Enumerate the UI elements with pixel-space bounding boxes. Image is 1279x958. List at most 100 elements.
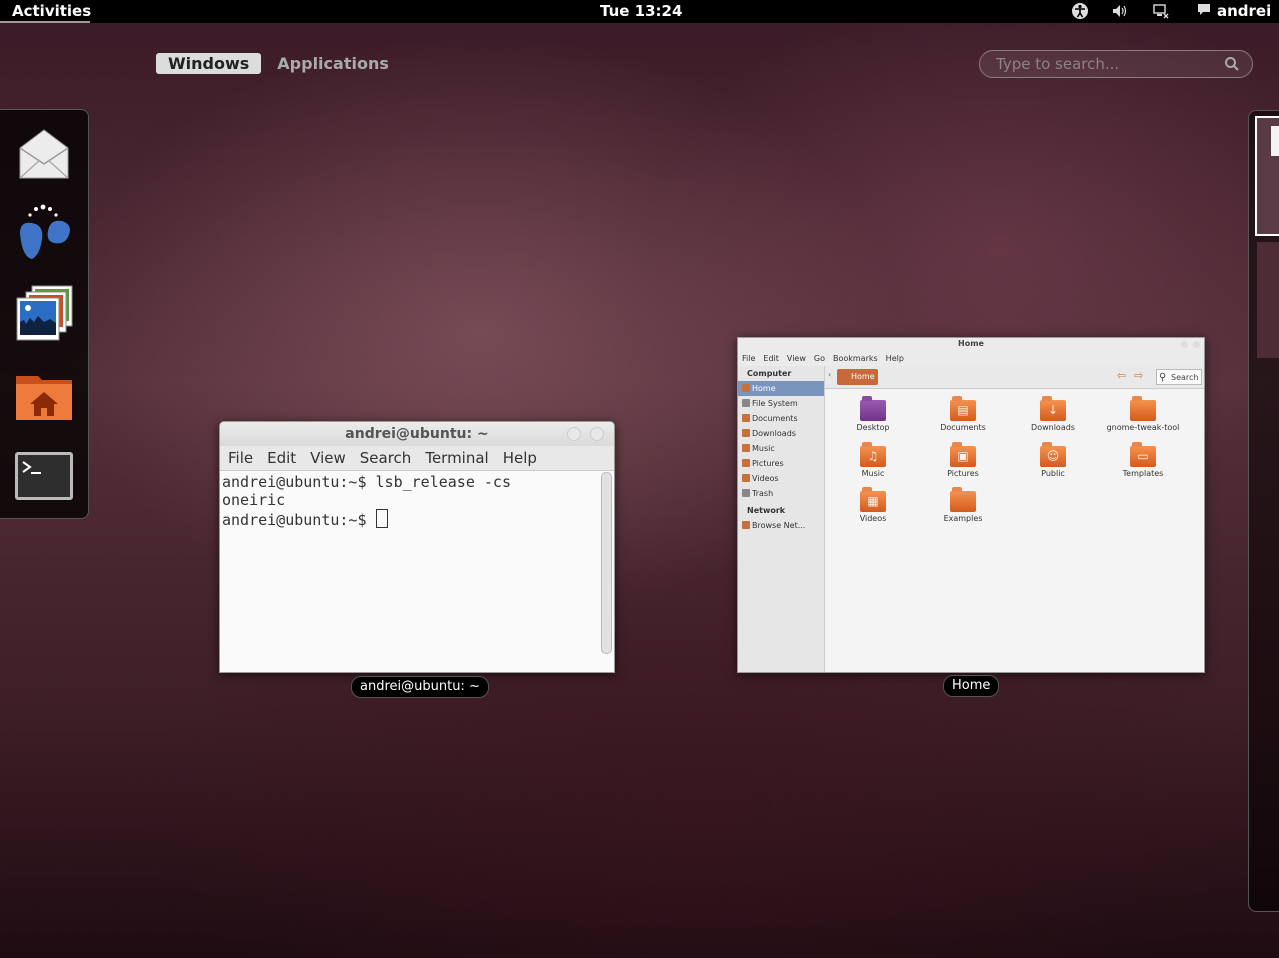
mail-icon[interactable] xyxy=(14,124,74,184)
terminal-line: andrei@ubuntu:~$ xyxy=(222,509,614,529)
sidebar-item-browse-network[interactable]: Browse Net... xyxy=(738,518,824,533)
search-label: Search xyxy=(1171,373,1199,382)
volume-icon[interactable] xyxy=(1111,2,1129,24)
terminal-icon[interactable] xyxy=(14,446,74,506)
folder-icon xyxy=(742,414,750,422)
chat-icon[interactable] xyxy=(1197,2,1211,22)
back-arrow-icon[interactable]: ⇦ xyxy=(1117,369,1126,382)
breadcrumb-home[interactable]: Home xyxy=(837,369,878,385)
workspace-thumbnail-active[interactable] xyxy=(1255,116,1279,236)
home-folder-icon[interactable] xyxy=(14,364,74,424)
menu-edit[interactable]: Edit xyxy=(267,446,296,470)
templates-folder-icon: ▭ xyxy=(1130,442,1156,467)
folder-icon xyxy=(742,429,750,437)
menu-go[interactable]: Go xyxy=(814,352,825,366)
sidebar-header-network: Network xyxy=(747,506,786,515)
close-button[interactable] xyxy=(1193,341,1200,348)
close-button[interactable] xyxy=(590,427,604,441)
sidebar-item-downloads[interactable]: Downloads xyxy=(738,426,824,441)
file-manager-window[interactable]: Home File Edit View Go Bookmarks Help Co… xyxy=(737,337,1205,673)
music-folder-icon: ♫ xyxy=(860,442,886,467)
file-item-examples[interactable]: Examples xyxy=(918,485,1008,523)
workspace-window-preview xyxy=(1271,126,1279,156)
view-tabs: Windows Applications xyxy=(156,53,401,74)
file-manager-search-button[interactable]: ⚲ Search xyxy=(1156,369,1202,385)
pictures-folder-icon: ▣ xyxy=(950,442,976,467)
file-item-downloads[interactable]: ↓ Downloads xyxy=(1008,394,1098,432)
folder-icon xyxy=(950,487,976,512)
file-manager-menubar: File Edit View Go Bookmarks Help xyxy=(738,352,1204,366)
file-item-music[interactable]: ♫ Music xyxy=(828,440,918,478)
network-icon[interactable] xyxy=(1152,2,1170,24)
sidebar-header-computer: Computer xyxy=(747,369,792,378)
tab-applications[interactable]: Applications xyxy=(265,53,401,74)
breadcrumb-left-arrow-icon[interactable]: ‹ xyxy=(828,370,831,379)
terminal-line: andrei@ubuntu:~$ lsb_release -cs xyxy=(222,473,511,491)
sidebar-item-videos[interactable]: Videos xyxy=(738,471,824,486)
menu-view[interactable]: View xyxy=(310,446,346,470)
terminal-output[interactable]: andrei@ubuntu:~$ lsb_release -cs oneiric… xyxy=(220,471,614,529)
file-item-gnome-tweak-tool[interactable]: gnome-tweak-tool xyxy=(1098,394,1188,432)
file-manager-titlebar: Home xyxy=(738,338,1204,352)
menu-view[interactable]: View xyxy=(787,352,806,366)
drive-icon xyxy=(742,399,750,407)
terminal-title: andrei@ubuntu: ~ xyxy=(345,426,489,442)
menu-file[interactable]: File xyxy=(228,446,253,470)
file-item-desktop[interactable]: Desktop xyxy=(828,394,918,432)
minimize-button[interactable] xyxy=(567,427,581,441)
file-item-videos[interactable]: ▦ Videos xyxy=(828,485,918,523)
menu-terminal[interactable]: Terminal xyxy=(425,446,488,470)
desktop-folder-icon xyxy=(860,396,886,421)
sidebar-item-pictures[interactable]: Pictures xyxy=(738,456,824,471)
search-box xyxy=(979,50,1253,78)
menu-help[interactable]: Help xyxy=(886,352,904,366)
public-folder-icon: ☺ xyxy=(1040,442,1066,467)
image-viewer-icon[interactable] xyxy=(14,282,74,342)
terminal-window-caption: andrei@ubuntu: ~ xyxy=(351,676,489,698)
terminal-cursor xyxy=(375,509,388,528)
documents-folder-icon: ▤ xyxy=(950,396,976,421)
folder-icon xyxy=(742,459,750,467)
terminal-scrollbar[interactable] xyxy=(601,472,612,654)
menu-search[interactable]: Search xyxy=(360,446,412,470)
forward-arrow-icon[interactable]: ⇨ xyxy=(1134,369,1143,382)
sidebar-item-home[interactable]: Home xyxy=(738,381,824,396)
file-manager-toolbar: ‹ Home ⇦ ⇨ ⚲ Search xyxy=(825,366,1204,389)
network-folder-icon xyxy=(742,521,750,529)
file-item-pictures[interactable]: ▣ Pictures xyxy=(918,440,1008,478)
user-menu[interactable]: andrei xyxy=(1217,2,1271,20)
downloads-folder-icon: ↓ xyxy=(1040,396,1066,421)
videos-folder-icon: ▦ xyxy=(860,487,886,512)
empathy-icon[interactable] xyxy=(14,203,74,263)
sidebar-item-file-system[interactable]: File System xyxy=(738,396,824,411)
sidebar-item-music[interactable]: Music xyxy=(738,441,824,456)
file-manager-sidebar: Computer Home File System Documents Down… xyxy=(738,366,825,672)
folder-icon xyxy=(1130,396,1156,421)
sidebar-item-documents[interactable]: Documents xyxy=(738,411,824,426)
file-manager-title: Home xyxy=(958,339,984,348)
tab-windows[interactable]: Windows xyxy=(156,53,262,74)
file-item-public[interactable]: ☺ Public xyxy=(1008,440,1098,478)
search-input[interactable] xyxy=(994,54,1218,74)
minimize-button[interactable] xyxy=(1181,341,1188,348)
terminal-titlebar: andrei@ubuntu: ~ xyxy=(220,422,614,446)
terminal-line: oneiric xyxy=(222,491,286,509)
menu-bookmarks[interactable]: Bookmarks xyxy=(833,352,878,366)
clock[interactable]: Tue 13:24 xyxy=(600,2,682,20)
menu-edit[interactable]: Edit xyxy=(763,352,779,366)
top-bar: Activities Tue 13:24 andrei xyxy=(0,0,1279,23)
accessibility-icon[interactable] xyxy=(1071,2,1089,24)
home-icon xyxy=(742,384,750,392)
menu-help[interactable]: Help xyxy=(503,446,537,470)
workspace-thumbnail[interactable] xyxy=(1257,242,1279,358)
menu-file[interactable]: File xyxy=(742,352,755,366)
terminal-menubar: File Edit View Search Terminal Help xyxy=(220,446,614,471)
dash xyxy=(0,109,89,519)
activities-button[interactable]: Activities xyxy=(12,2,91,20)
terminal-prompt: andrei@ubuntu:~$ xyxy=(222,511,376,529)
terminal-window[interactable]: andrei@ubuntu: ~ File Edit View Search T… xyxy=(219,421,615,673)
sidebar-item-trash[interactable]: Trash xyxy=(738,486,824,501)
file-item-templates[interactable]: ▭ Templates xyxy=(1098,440,1188,478)
file-item-documents[interactable]: ▤ Documents xyxy=(918,394,1008,432)
file-manager-window-caption: Home xyxy=(943,675,1000,697)
